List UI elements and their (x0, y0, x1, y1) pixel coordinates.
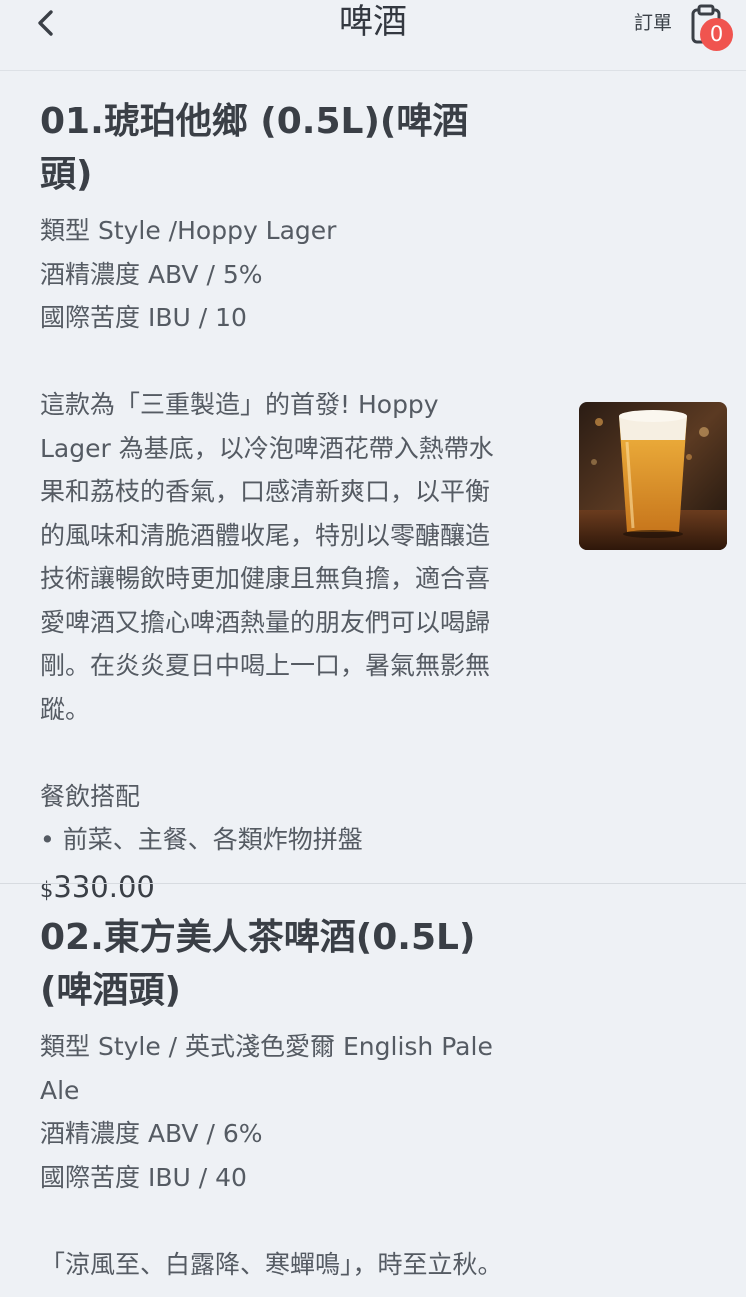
menu-item-details: 01.琥珀他鄉 (0.5L)(啤酒頭) 類型 Style /Hoppy Lage… (40, 95, 510, 913)
menu-item[interactable]: 01.琥珀他鄉 (0.5L)(啤酒頭) 類型 Style /Hoppy Lage… (0, 71, 746, 904)
item-ibu: 國際苦度 IBU / 10 (40, 303, 247, 332)
cart-count-badge: 0 (700, 18, 733, 51)
order-label[interactable]: 訂單 (634, 8, 672, 35)
beer-photo[interactable] (579, 402, 727, 550)
item-style: 類型 Style / 英式淺色愛爾 English Pale Ale (40, 1032, 493, 1105)
beer-glass-image (579, 402, 727, 550)
item-title: 01.琥珀他鄉 (0.5L)(啤酒頭) (40, 101, 469, 195)
item-style: 類型 Style /Hoppy Lager (40, 216, 337, 245)
item-ibu: 國際苦度 IBU / 40 (40, 1162, 247, 1192)
item-abv: 酒精濃度 ABV / 5% (40, 259, 263, 289)
item-description: 「涼風至、白露降、寒蟬鳴」，時至立秋。 (40, 1249, 503, 1279)
menu-item[interactable]: 02.東方美人茶啤酒(0.5L)(啤酒頭) 類型 Style / 英式淺色愛爾 … (0, 883, 746, 1297)
item-abv: 酒精濃度 ABV / 6% (40, 1119, 263, 1148)
item-description: 這款為「三重製造」的首發! Hoppy Lager 為基底，以冷泡啤酒花帶入熱帶… (40, 390, 494, 724)
pairing-heading: 餐飲搭配 (40, 781, 141, 811)
item-title: 02.東方美人茶啤酒(0.5L)(啤酒頭) (40, 917, 476, 1011)
top-bar: 啤酒 訂單 0 (0, 0, 746, 71)
pairing-text: • 前菜、主餐、各類炸物拼盤 (40, 825, 363, 854)
menu-item-details: 02.東方美人茶啤酒(0.5L)(啤酒頭) 類型 Style / 英式淺色愛爾 … (40, 911, 510, 1286)
